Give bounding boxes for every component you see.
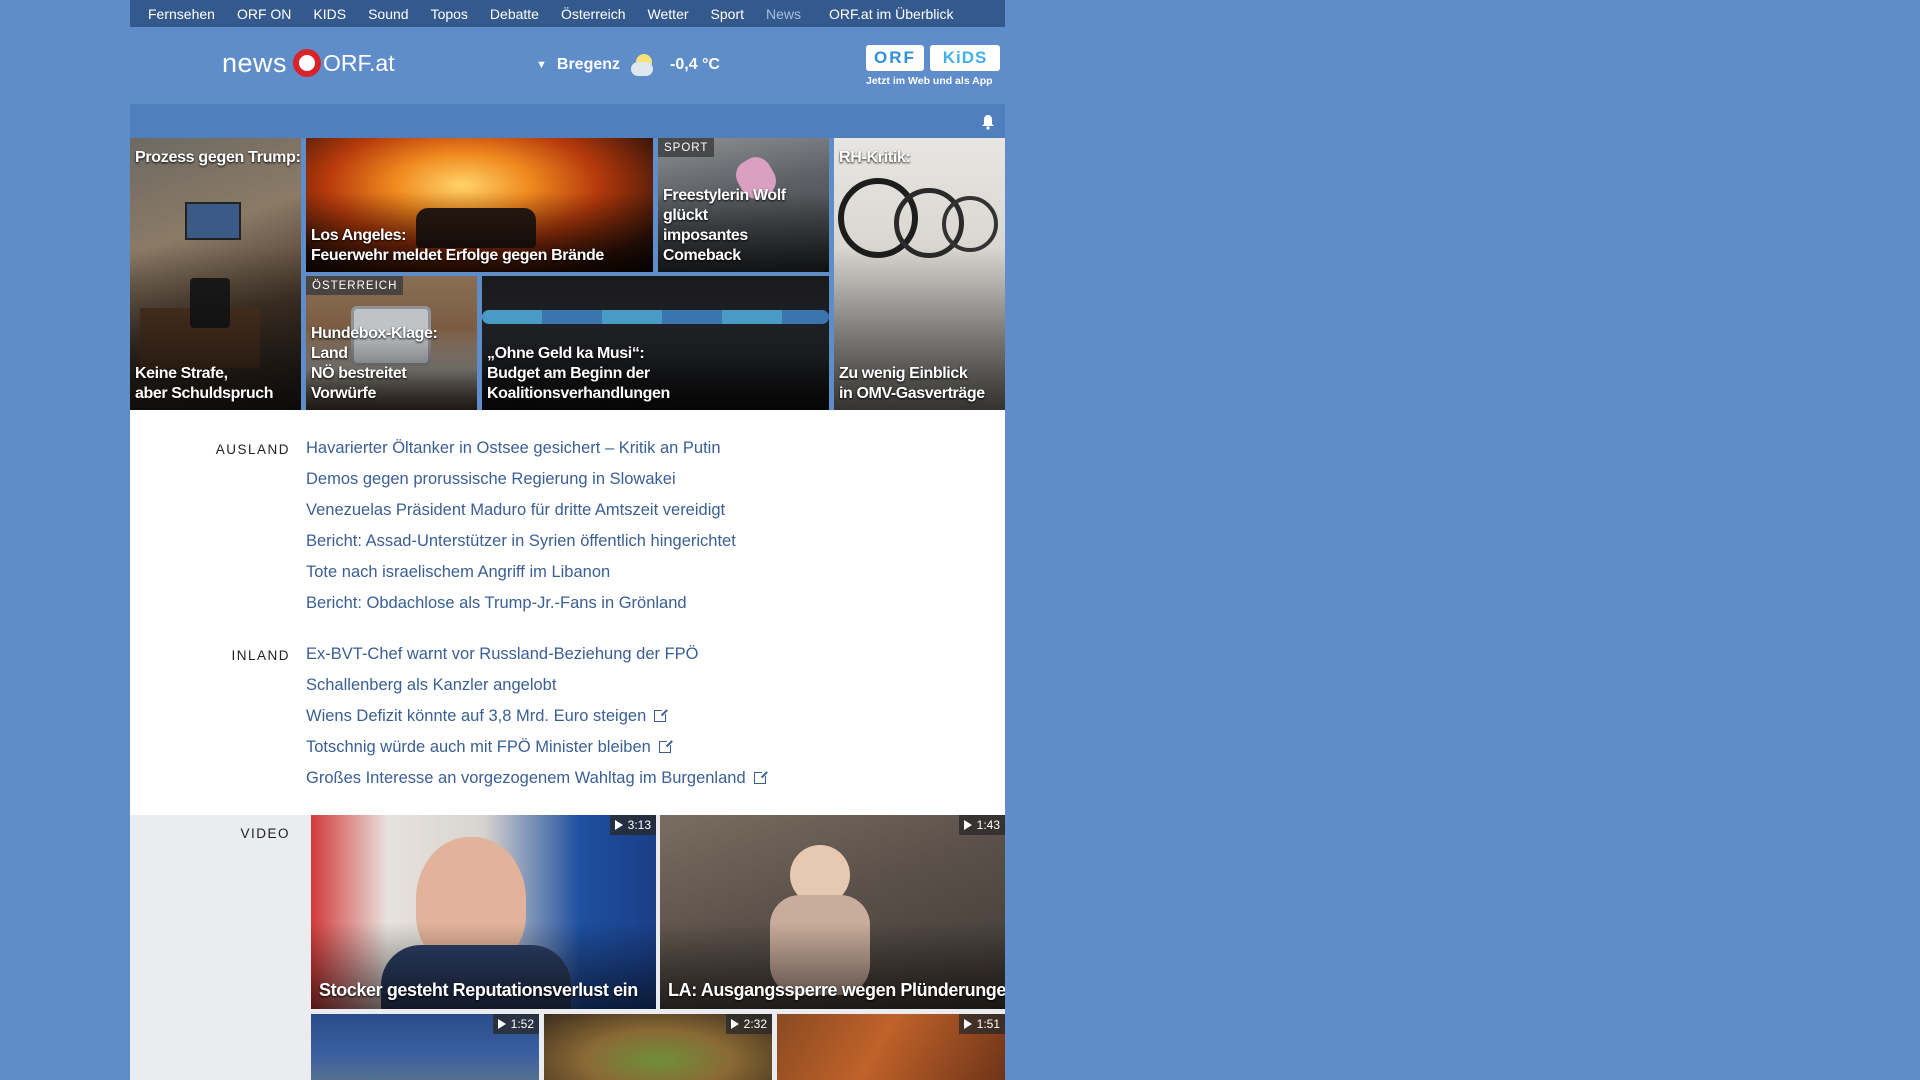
news-link[interactable]: Schallenberg als Kanzler angelobt <box>306 676 556 695</box>
video-headline: Stocker gesteht Reputationsverlust ein <box>319 980 638 1000</box>
story-tile-budget[interactable]: „Ohne Geld ka Musi“: Budget am Beginn de… <box>482 276 829 410</box>
kids-logo-badge: KiDS <box>930 45 1000 71</box>
news-link-text: Wiens Defizit könnte auf 3,8 Mrd. Euro s… <box>306 707 647 725</box>
play-icon <box>963 1019 972 1029</box>
news-link-external[interactable]: Großes Interesse an vorgezogenem Wahltag… <box>306 769 768 788</box>
play-icon <box>730 1019 739 1029</box>
news-orf-logo[interactable]: news ORF.at <box>222 46 395 80</box>
chevron-down-icon: ▼ <box>536 59 547 71</box>
story-tile-omv[interactable]: RH-Kritik: Zu wenig Einblick in OMV-Gasv… <box>834 138 1005 410</box>
video-duration-text: 3:13 <box>627 818 651 832</box>
video-duration-text: 1:43 <box>976 818 1000 832</box>
site-header: news ORF.at ▼ Bregenz -0,4 °C ORF KiDS J… <box>130 27 1005 104</box>
news-list-section: AUSLAND Havarierter Öltanker in Ostsee g… <box>130 410 1005 815</box>
story-tile-los-angeles[interactable]: Los Angeles: Feuerwehr meldet Erfolge ge… <box>306 138 653 272</box>
weather-widget[interactable]: ▼ Bregenz -0,4 °C <box>536 52 720 78</box>
video-duration-text: 1:52 <box>510 1017 534 1031</box>
story-tile-trump[interactable]: Prozess gegen Trump: Keine Strafe, aber … <box>130 138 301 410</box>
bell-icon[interactable] <box>981 114 995 130</box>
story-kicker: RH-Kritik: <box>839 149 911 166</box>
external-link-icon <box>753 770 768 784</box>
nav-overview-link[interactable]: ORF.at im Überblick <box>829 6 953 22</box>
story-headline: Los Angeles: Feuerwehr meldet Erfolge ge… <box>311 227 604 264</box>
video-tile[interactable]: 3:13 Stocker gesteht Reputationsverlust … <box>311 815 656 1009</box>
video-tile[interactable]: 2:32 <box>544 1014 772 1080</box>
video-duration: 1:52 <box>492 1014 539 1034</box>
video-tile[interactable]: 1:43 LA: Ausgangssperre wegen Plünderung… <box>660 815 1005 1009</box>
nav-item-fernsehen[interactable]: Fernsehen <box>148 6 215 22</box>
video-duration: 2:32 <box>725 1014 772 1034</box>
video-tile[interactable]: 1:52 <box>311 1014 539 1080</box>
page-wrapper: Fernsehen ORF ON KIDS Sound Topos Debatt… <box>130 0 1005 1080</box>
video-duration: 1:51 <box>958 1014 1005 1034</box>
story-headline: Freestylerin Wolf glückt imposantes Come… <box>663 187 786 264</box>
external-link-icon <box>658 739 673 753</box>
category-label-video: VIDEO <box>240 826 290 841</box>
video-duration: 3:13 <box>609 815 656 835</box>
weather-city: Bregenz <box>556 56 621 73</box>
story-headline: Keine Strafe, aber Schuldspruch <box>135 365 274 402</box>
logo-news-text: news <box>222 47 288 78</box>
orf-eye-icon <box>293 49 322 77</box>
play-icon <box>963 820 972 830</box>
nav-item-debatte[interactable]: Debatte <box>490 6 539 22</box>
news-link-text: Großes Interesse an vorgezogenem Wahltag… <box>306 769 746 787</box>
story-headline: Zu wenig Einblick in OMV-Gasverträge <box>839 365 985 402</box>
nav-item-news[interactable]: News <box>766 6 801 22</box>
play-icon <box>614 820 623 830</box>
news-link[interactable]: Tote nach israelischem Angriff im Libano… <box>306 563 610 582</box>
news-link-text: Totschnig würde auch mit FPÖ Minister bl… <box>306 738 651 756</box>
nav-item-wetter[interactable]: Wetter <box>648 6 689 22</box>
external-link-icon <box>654 708 669 722</box>
video-duration-text: 2:32 <box>743 1017 767 1031</box>
news-link[interactable]: Bericht: Obdachlose als Trump-Jr.-Fans i… <box>306 594 687 613</box>
story-tile-freestyle[interactable]: SPORT Freestylerin Wolf glückt imposante… <box>658 138 829 272</box>
category-label-inland: INLAND <box>231 648 290 663</box>
news-link[interactable]: Havarierter Öltanker in Ostsee gesichert… <box>306 439 721 458</box>
kids-tagline: Jetzt im Web und als App <box>866 75 993 87</box>
news-link[interactable]: Ex-BVT-Chef warnt vor Russland-Beziehung… <box>306 645 699 664</box>
video-duration: 1:43 <box>958 815 1005 835</box>
news-link[interactable]: Venezuelas Präsident Maduro für dritte A… <box>306 501 725 520</box>
video-section: VIDEO 3:13 Stocker gesteht Reputationsve… <box>130 815 1005 1080</box>
story-headline: Hundebox-Klage: Land NÖ bestreitet Vorwü… <box>311 325 438 402</box>
weather-temperature: -0,4 °C <box>670 56 720 73</box>
orf-logo-badge: ORF <box>866 45 924 71</box>
video-duration-text: 1:51 <box>976 1017 1000 1031</box>
nav-item-oesterreich[interactable]: Österreich <box>561 6 626 22</box>
section-tag: SPORT <box>658 138 715 157</box>
nav-item-topos[interactable]: Topos <box>431 6 468 22</box>
news-link-external[interactable]: Totschnig würde auch mit FPÖ Minister bl… <box>306 738 673 757</box>
section-tag: ÖSTERREICH <box>306 276 404 295</box>
orf-kids-promo[interactable]: ORF KiDS Jetzt im Web und als App <box>866 45 1004 87</box>
story-kicker: Prozess gegen Trump: <box>135 149 301 166</box>
play-icon <box>497 1019 506 1029</box>
nav-item-kids[interactable]: KIDS <box>313 6 346 22</box>
news-link-external[interactable]: Wiens Defizit könnte auf 3,8 Mrd. Euro s… <box>306 707 669 726</box>
video-headline: LA: Ausgangssperre wegen Plünderungen <box>668 980 1005 1000</box>
story-tile-hundebox[interactable]: ÖSTERREICH Hundebox-Klage: Land NÖ bestr… <box>306 276 477 410</box>
nav-item-sport[interactable]: Sport <box>711 6 744 22</box>
video-tile[interactable]: 1:51 <box>777 1014 1005 1080</box>
nav-item-orf-on[interactable]: ORF ON <box>237 6 291 22</box>
news-link[interactable]: Demos gegen prorussische Regierung in Sl… <box>306 470 676 489</box>
partly-cloudy-night-icon <box>630 52 656 78</box>
story-headline: „Ohne Geld ka Musi“: Budget am Beginn de… <box>487 345 670 402</box>
notification-bar <box>130 104 1005 138</box>
logo-orf-text: ORF.at <box>323 49 395 76</box>
orf-top-navigation: Fernsehen ORF ON KIDS Sound Topos Debatt… <box>130 0 1005 27</box>
category-label-ausland: AUSLAND <box>215 442 290 457</box>
nav-item-sound[interactable]: Sound <box>368 6 408 22</box>
news-link[interactable]: Bericht: Assad-Unterstützer in Syrien öf… <box>306 532 736 551</box>
